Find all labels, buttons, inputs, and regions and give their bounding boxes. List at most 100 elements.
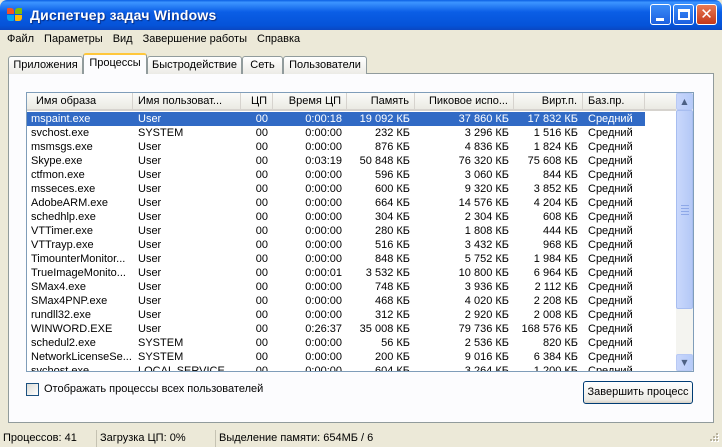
table-row[interactable]: rundll32.exe User 00 0:00:00 312 КБ 2 920 КБ 2… (27, 308, 645, 322)
table-row[interactable]: TimounterMonitor... User 00 0:00:00 848 КБ 5 … (27, 252, 645, 266)
table-cell: 0:00:00 (305, 295, 342, 307)
column-image-name[interactable]: Имя образа (27, 93, 133, 111)
column-base-priority[interactable]: Баз.пр. (583, 93, 645, 111)
table-cell: 0:00:01 (305, 267, 342, 279)
table-cell: svchost.exe (31, 365, 90, 372)
column-header-bar: Имя образа Имя пользоват... ЦП Время ЦП … (27, 93, 676, 111)
table-row[interactable]: VTTimer.exe User 00 0:00:00 280 КБ 1 808 КБ 44… (27, 224, 645, 238)
title-bar[interactable]: Диспетчер задач Windows ✕ (0, 0, 722, 30)
table-cell: 3 532 КБ (365, 267, 410, 279)
table-cell: 0:00:00 (305, 253, 342, 265)
column-user-name[interactable]: Имя пользоват... (133, 93, 241, 111)
table-cell: 14 576 КБ (458, 197, 509, 209)
column-cpu-time[interactable]: Время ЦП (273, 93, 347, 111)
table-row[interactable]: TrueImageMonito... User 00 0:00:01 3 532 КБ 1… (27, 266, 645, 280)
show-all-processes-option[interactable]: Отображать процессы всех пользователей (26, 382, 263, 396)
tab-performance[interactable]: Быстродействие (147, 56, 242, 74)
scroll-up-button[interactable]: ▲ (676, 93, 693, 110)
process-list[interactable]: Имя образа Имя пользоват... ЦП Время ЦП … (26, 92, 694, 372)
table-cell: Средний (588, 183, 633, 195)
table-row[interactable]: WINWORD.EXE User 00 0:26:37 35 008 КБ 79 736 … (27, 322, 645, 336)
scroll-down-icon: ▼ (681, 358, 688, 367)
table-cell: 10 800 КБ (458, 267, 509, 279)
table-cell: 00 (255, 253, 268, 265)
resize-grip-icon[interactable] (708, 433, 720, 445)
table-row[interactable]: schedhlp.exe User 00 0:00:00 304 КБ 2 304 КБ 6… (27, 210, 645, 224)
table-cell: 3 296 КБ (464, 127, 509, 139)
table-row[interactable]: VTTrayp.exe User 00 0:00:00 516 КБ 3 432 КБ 96… (27, 238, 645, 252)
table-row[interactable]: mspaint.exe User 00 0:00:18 19 092 КБ 37 860 … (27, 112, 645, 126)
table-cell: 3 852 КБ (533, 183, 578, 195)
table-cell: 35 008 КБ (359, 323, 410, 335)
table-row[interactable]: svchost.exe SYSTEM 00 0:00:00 232 КБ 3 296 КБ… (27, 126, 645, 140)
column-cpu[interactable]: ЦП (241, 93, 273, 111)
tab-network[interactable]: Сеть (242, 56, 283, 74)
end-process-button[interactable]: Завершить процесс (583, 381, 693, 404)
table-cell: SYSTEM (138, 127, 184, 139)
table-cell: 2 920 КБ (464, 309, 509, 321)
table-row[interactable]: AdobeARM.exe User 00 0:00:00 664 КБ 14 576 КБ… (27, 196, 645, 210)
menu-options[interactable]: Параметры (39, 30, 108, 48)
scroll-up-icon: ▲ (681, 97, 688, 106)
show-all-processes-checkbox[interactable] (26, 382, 39, 396)
scroll-down-button[interactable]: ▼ (676, 354, 693, 371)
table-cell: 00 (255, 113, 268, 125)
table-cell: 200 КБ (374, 351, 410, 363)
table-cell: 00 (255, 127, 268, 139)
table-cell: 00 (255, 155, 268, 167)
table-cell: 604 КБ (374, 365, 410, 372)
table-row[interactable]: msmsgs.exe User 00 0:00:00 876 КБ 4 836 КБ 1 8… (27, 140, 645, 154)
table-cell: ctfmon.exe (31, 169, 85, 181)
window-title: Диспетчер задач Windows (30, 7, 217, 23)
table-cell: 56 КБ (381, 337, 410, 349)
table-cell: 876 КБ (374, 141, 410, 153)
table-row[interactable]: SMax4PNP.exe User 00 0:00:00 468 КБ 4 020 КБ 2… (27, 294, 645, 308)
table-cell: 232 КБ (374, 127, 410, 139)
tab-processes[interactable]: Процессы (83, 53, 147, 74)
table-row[interactable]: msseces.exe User 00 0:00:00 600 КБ 9 320 КБ 3 … (27, 182, 645, 196)
table-row[interactable]: schedul2.exe SYSTEM 00 0:00:00 56 КБ 2 536 КБ… (27, 336, 645, 350)
show-all-processes-label[interactable]: Отображать процессы всех пользователей (44, 383, 263, 395)
table-cell: 748 КБ (374, 281, 410, 293)
table-row[interactable]: NetworkLicenseSe... SYSTEM 00 0:00:00 200 КБ… (27, 350, 645, 364)
scroll-thumb[interactable] (676, 110, 693, 309)
table-cell: Средний (588, 225, 633, 237)
table-cell: Средний (588, 351, 633, 363)
table-cell: User (138, 155, 162, 167)
table-row[interactable]: svchost.exe LOCAL SERVICE 00 0:00:00 604 КБ 3… (27, 364, 645, 372)
menu-shutdown[interactable]: Завершение работы (138, 30, 252, 48)
menu-help[interactable]: Справка (252, 30, 305, 48)
maximize-button[interactable] (673, 4, 694, 25)
table-cell: 280 КБ (374, 225, 410, 237)
column-memory[interactable]: Память (347, 93, 415, 111)
menu-file[interactable]: Файл (2, 30, 39, 48)
table-cell: 00 (255, 281, 268, 293)
tab-users[interactable]: Пользователи (283, 56, 367, 74)
table-cell: 00 (255, 295, 268, 307)
table-cell: 0:00:00 (305, 337, 342, 349)
column-peak-memory[interactable]: Пиковое испо... (415, 93, 514, 111)
table-row[interactable]: Skype.exe User 00 0:03:19 50 848 КБ 76 320 КБ… (27, 154, 645, 168)
table-cell: 1 516 КБ (533, 127, 578, 139)
table-cell: 444 КБ (542, 225, 578, 237)
minimize-button[interactable] (650, 4, 671, 25)
vertical-scrollbar[interactable]: ▲ ▼ (676, 93, 693, 371)
close-button[interactable]: ✕ (696, 4, 717, 25)
menu-view[interactable]: Вид (108, 30, 138, 48)
table-cell: schedhlp.exe (31, 211, 96, 223)
table-cell: Средний (588, 169, 633, 181)
table-cell: 00 (255, 225, 268, 237)
table-row[interactable]: SMax4.exe User 00 0:00:00 748 КБ 3 936 КБ 2 11… (27, 280, 645, 294)
table-row[interactable]: ctfmon.exe User 00 0:00:00 596 КБ 3 060 КБ 844… (27, 168, 645, 182)
table-cell: Средний (588, 197, 633, 209)
table-cell: 3 432 КБ (464, 239, 509, 251)
table-cell: 00 (255, 323, 268, 335)
table-cell: Средний (588, 337, 633, 349)
column-virtual-memory[interactable]: Вирт.п. (514, 93, 583, 111)
minimize-icon (656, 18, 664, 21)
table-cell: 00 (255, 365, 268, 372)
table-cell: 2 304 КБ (464, 211, 509, 223)
tab-applications[interactable]: Приложения (8, 56, 83, 74)
table-cell: 0:00:00 (305, 127, 342, 139)
table-cell: 75 608 КБ (527, 155, 578, 167)
